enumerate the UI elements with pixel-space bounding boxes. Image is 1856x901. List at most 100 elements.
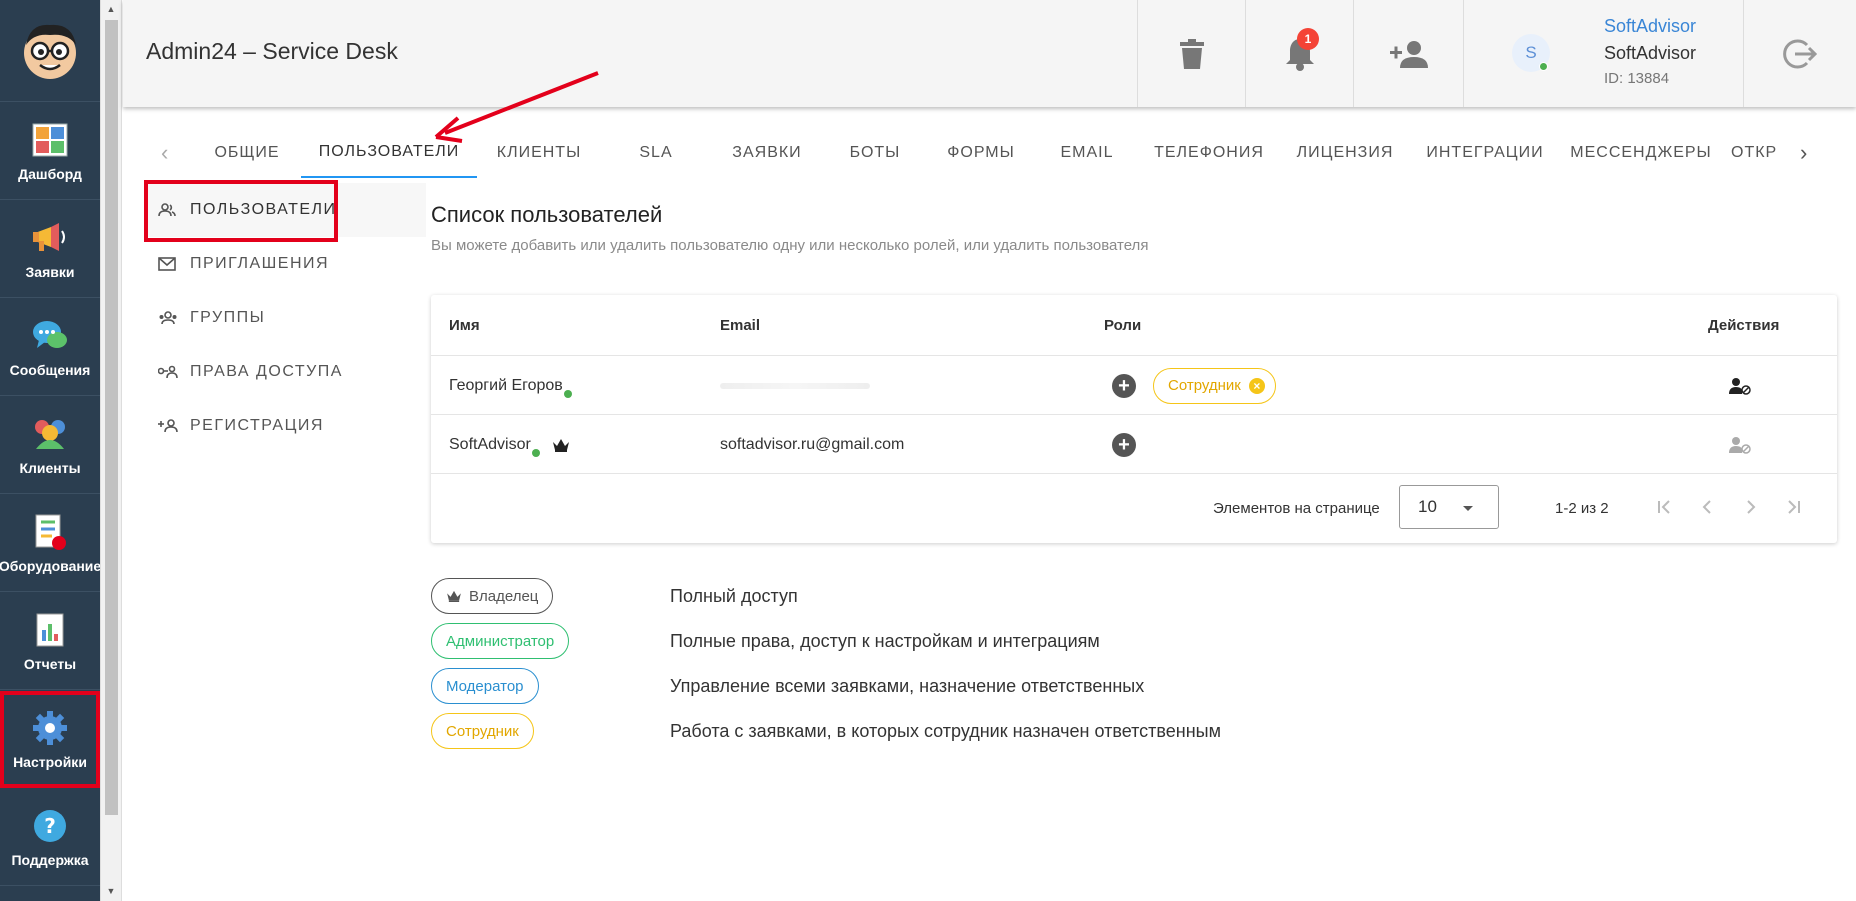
sidebar-item-requests[interactable]: Заявки <box>0 201 100 298</box>
user-profile[interactable]: S SoftAdvisor SoftAdvisor ID: 13884 <box>1463 0 1743 107</box>
tab-sla[interactable]: SLA <box>601 128 711 178</box>
scroll-up-icon[interactable]: ▲ <box>101 0 121 18</box>
sidebar-item-reports[interactable]: Отчеты <box>0 593 100 690</box>
mail-icon <box>158 257 178 271</box>
sidebar-item-settings[interactable]: Настройки <box>0 691 100 788</box>
avatar-face-icon <box>24 24 76 79</box>
logout-icon <box>1783 39 1817 68</box>
role-description: Работа с заявками, в которых сотрудник н… <box>670 721 1221 741</box>
first-page-button[interactable] <box>1649 492 1679 522</box>
sidebar-item-clients[interactable]: Клиенты <box>0 397 100 494</box>
tab-email[interactable]: Email <box>1035 128 1139 178</box>
add-role-button[interactable]: + <box>1112 415 1136 474</box>
plus-circle-icon: + <box>1112 432 1136 457</box>
online-status-dot <box>1539 62 1548 71</box>
submenu-label: Пользователи <box>190 201 337 218</box>
remove-role-icon[interactable]: × <box>1248 377 1265 394</box>
help-icon: ? <box>30 806 70 846</box>
next-page-button[interactable] <box>1736 492 1766 522</box>
tab-integrations[interactable]: Интеграции <box>1411 128 1559 178</box>
table-pagination: Элементов на странице 10 1-2 из 2 <box>431 473 1837 543</box>
app-title: Admin24 – Service Desk <box>146 38 398 64</box>
submenu-groups[interactable]: Группы <box>144 291 426 345</box>
role-chip-employee[interactable]: Сотрудник × <box>1153 367 1276 404</box>
role-description: Полные права, доступ к настройкам и инте… <box>670 631 1100 651</box>
tab-clients[interactable]: Клиенты <box>477 128 601 178</box>
sidebar-item-label: Оборудование <box>0 558 102 574</box>
last-page-button[interactable] <box>1779 492 1809 522</box>
user-name-cell: Георгий Егоров <box>449 356 572 415</box>
scroll-down-icon[interactable]: ▼ <box>101 882 121 900</box>
sidebar-item-label: Дашборд <box>18 166 82 182</box>
users-table: Имя Email Роли Действия Георгий Егоров +… <box>431 295 1837 543</box>
scrollbar-thumb[interactable] <box>105 20 118 815</box>
tab-bots[interactable]: Боты <box>823 128 927 178</box>
tab-messengers[interactable]: Мессенджеры <box>1559 128 1723 178</box>
group-icon <box>158 311 178 325</box>
user-name: SoftAdvisor <box>1604 43 1697 63</box>
last-page-icon <box>1788 500 1800 514</box>
submenu-label: Группы <box>190 309 266 326</box>
role-legend-moderator: Модератор Управление всеми заявками, наз… <box>431 668 1431 704</box>
add-user-button[interactable] <box>1353 0 1463 107</box>
sidebar-item-support[interactable]: ? Поддержка <box>0 789 100 886</box>
column-header-name[interactable]: Имя <box>449 295 480 355</box>
role-description: Управление всеми заявками, назначение от… <box>670 676 1145 696</box>
tabs-scroll-left-icon[interactable]: ‹ <box>161 140 168 166</box>
tab-general[interactable]: Общие <box>187 128 307 178</box>
trash-icon <box>1179 38 1204 69</box>
online-status-dot <box>563 389 572 398</box>
settings-tabs: ‹ Общие Пользователи Клиенты SLA Заявки … <box>123 128 1856 180</box>
users-icon <box>158 203 178 217</box>
crown-icon <box>552 438 569 452</box>
plus-circle-icon: + <box>1112 373 1136 398</box>
submenu-users[interactable]: Пользователи <box>144 180 426 242</box>
page-size-label: Элементов на странице <box>1213 500 1380 517</box>
tab-forms[interactable]: Формы <box>927 128 1035 178</box>
role-legend-admin: Администратор Полные права, доступ к нас… <box>431 623 1431 659</box>
tab-requests[interactable]: Заявки <box>711 128 823 178</box>
sidebar-item-messages[interactable]: Сообщения <box>0 299 100 396</box>
sidebar-item-label: Настройки <box>13 754 87 770</box>
user-block-icon <box>1729 377 1751 395</box>
page-size-select[interactable]: 10 <box>1399 485 1499 529</box>
app-logo[interactable] <box>0 0 100 102</box>
trash-button[interactable] <box>1137 0 1245 107</box>
logout-button[interactable] <box>1743 0 1856 107</box>
tab-users[interactable]: Пользователи <box>301 128 477 178</box>
user-name-cell: SoftAdvisor <box>449 415 570 474</box>
table-row: SoftAdvisor softadvisor.ru@gmail.com + <box>431 414 1837 473</box>
remove-user-button[interactable] <box>1729 356 1751 415</box>
submenu-registration[interactable]: Регистрация <box>144 399 426 453</box>
role-chip-cell: Сотрудник × <box>1153 356 1276 415</box>
previous-page-button[interactable] <box>1692 492 1722 522</box>
crown-icon <box>447 590 461 602</box>
user-profile-link[interactable]: SoftAdvisor <box>1604 16 1696 37</box>
user-avatar: S <box>1512 34 1550 72</box>
role-chip-admin: Администратор <box>431 623 570 659</box>
tab-telephony[interactable]: Телефония <box>1139 128 1279 178</box>
user-email-cell: softadvisor.ru@gmail.com <box>720 435 905 453</box>
role-chip-employee: Сотрудник <box>431 713 534 749</box>
tab-license[interactable]: Лицензия <box>1279 128 1411 178</box>
role-legend-owner: Владелец Полный доступ <box>431 578 1431 614</box>
svg-text:?: ? <box>44 814 56 838</box>
tabs-scroll-right-icon[interactable]: › <box>1800 140 1807 166</box>
tab-open[interactable]: Откр <box>1731 128 1783 178</box>
chat-bubble-icon <box>30 316 70 356</box>
user-id: ID: 13884 <box>1604 70 1670 87</box>
submenu-invitations[interactable]: Приглашения <box>144 237 426 291</box>
submenu-access-rights[interactable]: Права доступа <box>144 345 426 399</box>
dashboard-icon <box>30 120 70 160</box>
sidebar-item-equipment[interactable]: Оборудование <box>0 495 102 592</box>
table-row: Георгий Егоров + Сотрудник × <box>431 355 1837 414</box>
page-scrollbar[interactable]: ▲ ▼ <box>100 0 122 901</box>
add-role-button[interactable]: + <box>1112 356 1136 415</box>
notifications-button[interactable]: 1 <box>1245 0 1353 107</box>
first-page-icon <box>1658 500 1670 514</box>
remove-user-button[interactable] <box>1729 415 1751 474</box>
sidebar-item-dashboard[interactable]: Дашборд <box>0 103 100 200</box>
submenu-label: Регистрация <box>190 417 324 434</box>
sidebar-item-label: Поддержка <box>11 852 89 868</box>
column-header-email[interactable]: Email <box>720 295 760 355</box>
